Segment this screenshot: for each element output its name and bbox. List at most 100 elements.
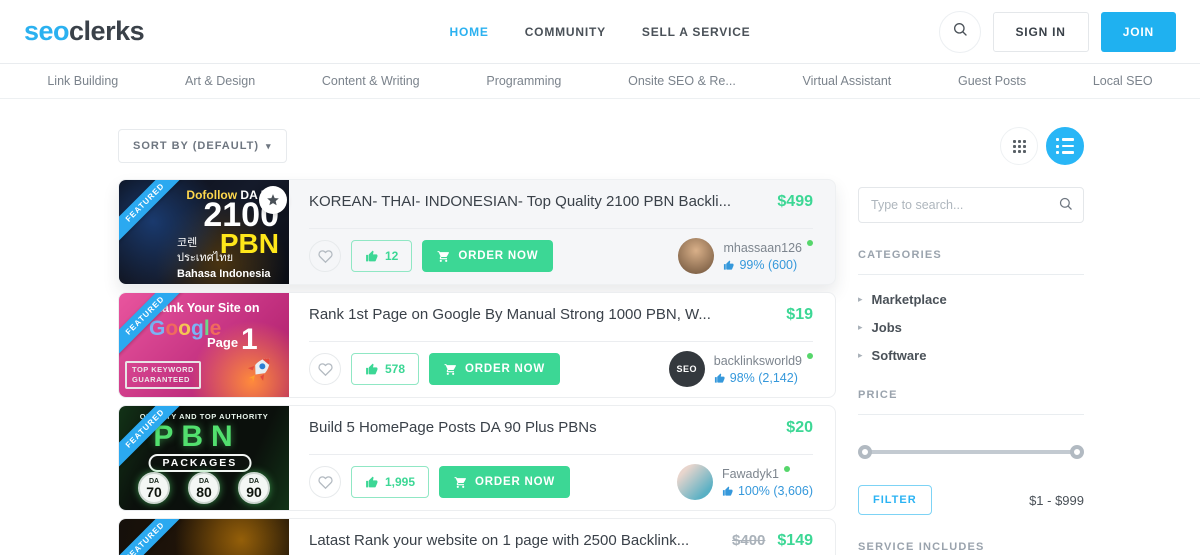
- heart-icon: [318, 475, 333, 490]
- sort-dropdown[interactable]: SORT BY (DEFAULT) ▾: [118, 129, 287, 163]
- price-slider: [860, 445, 1082, 459]
- thumb-text: Bahasa Indonesia: [177, 268, 271, 280]
- order-now-label: ORDER NOW: [465, 363, 545, 375]
- order-now-button[interactable]: ORDER NOW: [422, 240, 553, 272]
- cart-icon: [437, 250, 450, 263]
- service-includes-section-title: SERVICE INCLUDES: [858, 541, 1084, 553]
- thumb-text: Page: [207, 335, 238, 350]
- nav-community[interactable]: COMMUNITY: [525, 25, 606, 39]
- chevron-right-icon: ▸: [858, 322, 863, 333]
- page: seoclerks HOME COMMUNITY SELL A SERVICE …: [0, 0, 1200, 555]
- listing-price: $499: [777, 193, 813, 211]
- sidebar-item-software[interactable]: ▸ Software: [858, 348, 1084, 363]
- price-section-title: PRICE: [858, 389, 1084, 401]
- order-now-button[interactable]: ORDER NOW: [429, 353, 560, 385]
- listing-thumbnail[interactable]: FEATURED QUALITY AND TOP AUTHORITY PBN P…: [119, 406, 289, 510]
- featured-ribbon: FEATURED: [119, 519, 192, 555]
- listing-title[interactable]: Rank 1st Page on Google By Manual Strong…: [309, 306, 774, 323]
- category-onsite-seo[interactable]: Onsite SEO & Re...: [628, 74, 736, 88]
- nav-sell-a-service[interactable]: SELL A SERVICE: [642, 25, 751, 39]
- heart-icon: [318, 249, 333, 264]
- seller-name[interactable]: backlinksworld9: [714, 353, 813, 368]
- grid-view-button[interactable]: [1000, 127, 1038, 165]
- listing-title[interactable]: Build 5 HomePage Posts DA 90 Plus PBNs: [309, 419, 774, 436]
- like-count: 12: [385, 249, 398, 263]
- like-count: 578: [385, 362, 405, 376]
- nav-home[interactable]: HOME: [450, 25, 489, 39]
- listing-title[interactable]: Latast Rank your website on 1 page with …: [309, 532, 720, 549]
- list-view-button[interactable]: [1046, 127, 1084, 165]
- listing-description: Rank Your Website On Google First Page -…: [309, 330, 813, 332]
- sign-in-button[interactable]: SIGN IN: [993, 12, 1089, 52]
- seller-name[interactable]: mhassaan126: [723, 240, 813, 255]
- online-dot: [784, 466, 790, 472]
- listings-column: FEATURED Dofollow DA 50+ 2100 PBN 코렌 ประ…: [118, 179, 836, 555]
- star-icon: [266, 193, 280, 207]
- seller-rating: 99% (600): [723, 258, 813, 272]
- like-button[interactable]: 578: [351, 353, 419, 385]
- seller-name[interactable]: Fawadyk1: [722, 466, 813, 481]
- favorite-button[interactable]: [309, 466, 341, 498]
- search-icon: [1058, 196, 1073, 216]
- category-link-building[interactable]: Link Building: [47, 74, 118, 88]
- price-slider-handle-min[interactable]: [858, 445, 872, 459]
- avatar[interactable]: SEO: [669, 351, 705, 387]
- listing-description: Manually Build PBN links on DA 90 to DA4…: [309, 443, 813, 445]
- category-nav: Link Building Art & Design Content & Wri…: [0, 64, 1200, 99]
- like-button[interactable]: 1,995: [351, 466, 429, 498]
- star-badge[interactable]: [259, 186, 287, 214]
- logo-part-seo: seo: [24, 16, 69, 46]
- filter-row: FILTER $1 - $999: [858, 485, 1084, 515]
- price-range-value: $1 - $999: [1029, 493, 1084, 508]
- category-content-writing[interactable]: Content & Writing: [322, 74, 420, 88]
- seller-rating: 100% (3,606): [722, 484, 813, 498]
- seller-info: SEO backlinksworld9 98% (2,142): [669, 351, 813, 387]
- like-count: 1,995: [385, 475, 415, 489]
- listing-price: $19: [786, 306, 813, 324]
- logo-part-clerks: clerks: [69, 16, 144, 46]
- da-badges: DA70 DA80 DA90: [119, 472, 289, 504]
- join-button[interactable]: JOIN: [1101, 12, 1176, 52]
- sidebar: CATEGORIES ▸ Marketplace ▸ Jobs ▸ Softwa…: [858, 179, 1084, 555]
- listing-description: THE RIGHT PLACE FOR GET HIGH AUTHORITY P…: [309, 217, 813, 219]
- listing-content: Rank 1st Page on Google By Manual Strong…: [289, 293, 835, 397]
- seller-rating: 98% (2,142): [714, 371, 813, 385]
- thumbs-up-icon: [722, 486, 733, 497]
- avatar[interactable]: [677, 464, 713, 500]
- like-button[interactable]: 12: [351, 240, 412, 272]
- filter-button[interactable]: FILTER: [858, 485, 932, 515]
- order-now-label: ORDER NOW: [458, 250, 538, 262]
- category-programming[interactable]: Programming: [486, 74, 561, 88]
- sort-label: SORT BY (DEFAULT): [133, 140, 259, 152]
- header-search-button[interactable]: [939, 11, 981, 53]
- logo[interactable]: seoclerks: [24, 16, 144, 47]
- search-icon: [952, 21, 968, 42]
- sidebar-item-marketplace[interactable]: ▸ Marketplace: [858, 292, 1084, 307]
- category-virtual-assistant[interactable]: Virtual Assistant: [803, 74, 892, 88]
- search-input[interactable]: [858, 187, 1084, 223]
- sidebar-item-jobs[interactable]: ▸ Jobs: [858, 320, 1084, 335]
- listing-thumbnail[interactable]: FEATURED Rank Your Site on Google Page 1…: [119, 293, 289, 397]
- listing-thumbnail[interactable]: FEATURED HOW TO GET: [119, 519, 289, 555]
- sidebar-categories: ▸ Marketplace ▸ Jobs ▸ Software: [858, 292, 1084, 363]
- categories-section-title: CATEGORIES: [858, 249, 1084, 261]
- thumb-stamp: TOP KEYWORDGUARANTEED: [125, 361, 201, 389]
- favorite-button[interactable]: [309, 240, 341, 272]
- order-now-button[interactable]: ORDER NOW: [439, 466, 570, 498]
- list-icon: [1056, 138, 1074, 154]
- price-slider-track: [860, 450, 1082, 454]
- listing-content: Build 5 HomePage Posts DA 90 Plus PBNs $…: [289, 406, 835, 510]
- favorite-button[interactable]: [309, 353, 341, 385]
- grid-icon: [1013, 140, 1026, 153]
- avatar[interactable]: [678, 238, 714, 274]
- category-art-design[interactable]: Art & Design: [185, 74, 255, 88]
- listing-title[interactable]: KOREAN- THAI- INDONESIAN- Top Quality 21…: [309, 193, 765, 210]
- heart-icon: [318, 362, 333, 377]
- order-now-label: ORDER NOW: [475, 476, 555, 488]
- price-slider-handle-max[interactable]: [1070, 445, 1084, 459]
- category-guest-posts[interactable]: Guest Posts: [958, 74, 1026, 88]
- category-local-seo[interactable]: Local SEO: [1093, 74, 1153, 88]
- seller-info: Fawadyk1 100% (3,606): [677, 464, 813, 500]
- online-dot: [807, 240, 813, 246]
- listing-content: KOREAN- THAI- INDONESIAN- Top Quality 21…: [289, 180, 835, 284]
